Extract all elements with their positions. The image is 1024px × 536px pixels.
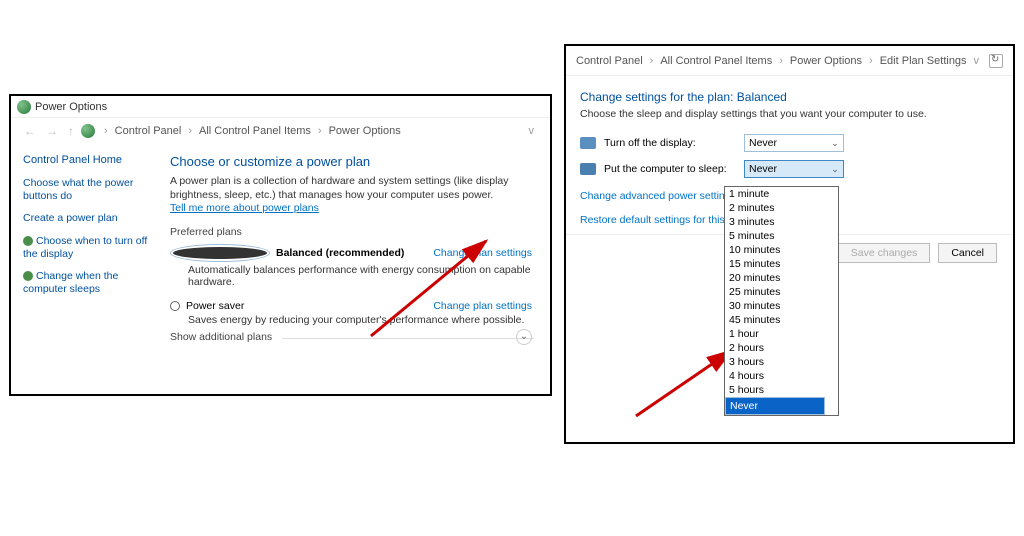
display-select[interactable]: Never ⌄: [744, 134, 844, 152]
nav-up-icon[interactable]: ↑: [65, 124, 77, 138]
change-plan-link-balanced[interactable]: Change plan settings: [433, 247, 534, 259]
opt-3m[interactable]: 3 minutes: [725, 215, 838, 229]
radio-saver[interactable]: [170, 301, 180, 311]
crumb-cp[interactable]: Control Panel: [115, 125, 182, 137]
power-options-icon: [17, 100, 31, 114]
plan-desc: Saves energy by reducing your computer's…: [188, 314, 534, 326]
opt-1h[interactable]: 1 hour: [725, 327, 838, 341]
sleep-select[interactable]: Never ⌄: [744, 160, 844, 178]
opt-1m[interactable]: 1 minute: [725, 187, 838, 201]
additional-plans-divider: Show additional plans ⌄: [170, 338, 534, 339]
expand-icon[interactable]: ⌄: [516, 329, 532, 345]
crumb-all[interactable]: All Control Panel Items: [660, 55, 772, 67]
plan-saver[interactable]: Power saver Change plan settings Saves e…: [170, 300, 534, 326]
cancel-button[interactable]: Cancel: [938, 243, 997, 263]
plan-desc: Automatically balances performance with …: [188, 264, 534, 288]
power-options-window: Power Options ← → ↑ › Control Panel › Al…: [9, 94, 552, 396]
page-title: Choose or customize a power plan: [170, 154, 534, 169]
window-title: Power Options: [35, 101, 107, 113]
breadcrumb: Control Panel› All Control Panel Items› …: [566, 46, 1013, 76]
sidebar-home[interactable]: Control Panel Home: [23, 154, 160, 167]
sleep-icon: [23, 271, 33, 281]
opt-2h[interactable]: 2 hours: [725, 341, 838, 355]
opt-2m[interactable]: 2 minutes: [725, 201, 838, 215]
sleep-label: Put the computer to sleep:: [604, 163, 744, 175]
opt-never[interactable]: Never: [725, 397, 825, 415]
nav-fwd-icon[interactable]: →: [43, 124, 61, 138]
plan-name: Balanced (recommended): [276, 247, 404, 259]
display-icon: [23, 236, 33, 246]
display-row: Turn off the display: Never ⌄: [580, 134, 999, 152]
opt-5m[interactable]: 5 minutes: [725, 229, 838, 243]
cp-icon: [81, 124, 95, 138]
main-content: Choose or customize a power plan A power…: [166, 144, 550, 349]
learn-more-link[interactable]: Tell me more about power plans: [170, 202, 319, 214]
sleep-icon: [580, 163, 596, 175]
dropdown-icon: ⌄: [829, 137, 841, 149]
sidebar-turnoff[interactable]: Choose when to turn off the display: [23, 235, 160, 260]
chevron-down-icon[interactable]: v: [529, 125, 535, 137]
sleep-dropdown-list[interactable]: 1 minute 2 minutes 3 minutes 5 minutes 1…: [724, 186, 839, 416]
crumb-all[interactable]: All Control Panel Items: [199, 125, 311, 137]
sidebar: Control Panel Home Choose what the power…: [11, 144, 166, 349]
opt-3h[interactable]: 3 hours: [725, 355, 838, 369]
opt-25m[interactable]: 25 minutes: [725, 285, 838, 299]
page-title: Change settings for the plan: Balanced: [580, 90, 999, 104]
change-plan-link-saver[interactable]: Change plan settings: [433, 300, 534, 312]
save-button[interactable]: Save changes: [838, 243, 931, 263]
chevron-down-icon[interactable]: v: [974, 55, 980, 67]
sidebar-sleep[interactable]: Change when the computer sleeps: [23, 270, 160, 295]
sleep-row: Put the computer to sleep: Never ⌄: [580, 160, 999, 178]
opt-4h[interactable]: 4 hours: [725, 369, 838, 383]
crumb-po[interactable]: Power Options: [329, 125, 401, 137]
opt-30m[interactable]: 30 minutes: [725, 299, 838, 313]
page-desc: A power plan is a collection of hardware…: [170, 175, 510, 216]
preferred-label: Preferred plans: [170, 226, 534, 238]
opt-45m[interactable]: 45 minutes: [725, 313, 838, 327]
refresh-icon[interactable]: [989, 54, 1003, 68]
display-label: Turn off the display:: [604, 137, 744, 149]
sidebar-buttons[interactable]: Choose what the power buttons do: [23, 177, 160, 202]
crumb-po[interactable]: Power Options: [790, 55, 862, 67]
sidebar-create[interactable]: Create a power plan: [23, 212, 160, 225]
edit-plan-window: Control Panel› All Control Panel Items› …: [564, 44, 1015, 444]
titlebar: Power Options: [11, 96, 550, 118]
opt-20m[interactable]: 20 minutes: [725, 271, 838, 285]
opt-5h[interactable]: 5 hours: [725, 383, 838, 397]
nav-back-icon[interactable]: ←: [21, 124, 39, 138]
crumb-cp[interactable]: Control Panel: [576, 55, 643, 67]
plan-name: Power saver: [186, 300, 244, 312]
opt-15m[interactable]: 15 minutes: [725, 257, 838, 271]
dropdown-icon: ⌄: [829, 163, 841, 175]
crumb-edit[interactable]: Edit Plan Settings: [880, 55, 967, 67]
additional-plans-label[interactable]: Show additional plans: [170, 331, 282, 343]
page-subtitle: Choose the sleep and display settings th…: [580, 108, 999, 120]
radio-balanced[interactable]: [170, 244, 270, 262]
opt-10m[interactable]: 10 minutes: [725, 243, 838, 257]
breadcrumb: ← → ↑ › Control Panel › All Control Pane…: [11, 118, 550, 144]
monitor-icon: [580, 137, 596, 149]
plan-balanced[interactable]: Balanced (recommended) Change plan setti…: [170, 244, 534, 288]
sep-icon: ›: [104, 125, 108, 137]
